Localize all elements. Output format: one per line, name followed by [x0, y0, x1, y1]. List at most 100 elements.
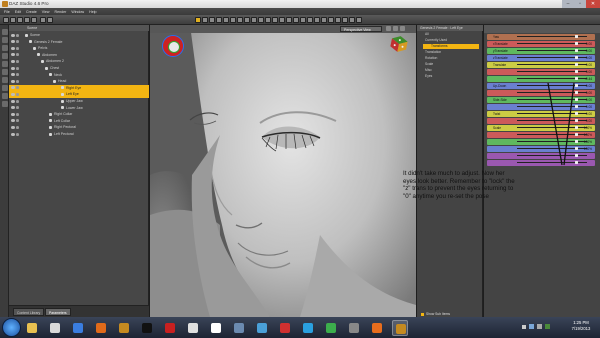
- menu-item-edit[interactable]: Edit: [15, 10, 21, 14]
- visibility-eye-icon[interactable]: [11, 92, 15, 96]
- selectable-icon[interactable]: [15, 86, 19, 90]
- menu-item-create[interactable]: Create: [26, 10, 37, 14]
- volume-icon[interactable]: [537, 324, 542, 329]
- visibility-eye-icon[interactable]: [11, 79, 15, 83]
- chrome-icon[interactable]: [323, 320, 339, 336]
- active-pose-icon[interactable]: [230, 16, 236, 23]
- morph-tool-icon[interactable]: [314, 16, 320, 23]
- menu-item-window[interactable]: Window: [71, 10, 84, 14]
- smart-content-tab-icon[interactable]: [1, 29, 8, 35]
- media-player-icon[interactable]: [70, 320, 86, 336]
- parameter-slider[interactable]: zTranslate 0.00: [487, 55, 595, 61]
- camera-tool-icon[interactable]: [293, 16, 299, 23]
- lights-tab-icon[interactable]: [1, 45, 8, 51]
- selectable-icon[interactable]: [15, 33, 19, 37]
- selectable-icon[interactable]: [15, 99, 19, 103]
- content-library-tab-icon[interactable]: [1, 37, 8, 43]
- 3d-viewport[interactable]: Perspective View: [150, 25, 416, 317]
- surface-selection-icon[interactable]: [244, 16, 250, 23]
- menu-item-file[interactable]: File: [4, 10, 10, 14]
- scene-node-scene[interactable]: Scene: [9, 32, 149, 38]
- calculator-icon[interactable]: [231, 320, 247, 336]
- redo-icon[interactable]: [31, 16, 37, 23]
- visibility-eye-icon[interactable]: [11, 46, 15, 50]
- content-library-bottom-tab[interactable]: Content Library: [13, 308, 45, 316]
- document-icon[interactable]: [277, 320, 293, 336]
- clock[interactable]: 1:25 PM 7/19/2013: [565, 320, 597, 332]
- chess-icon[interactable]: [139, 320, 155, 336]
- geometry-editor-icon[interactable]: [251, 16, 257, 23]
- viewport-menu-icon[interactable]: [400, 26, 405, 31]
- selectable-icon[interactable]: [15, 59, 19, 63]
- menu-item-view[interactable]: View: [42, 10, 50, 14]
- visibility-eye-icon[interactable]: [11, 86, 15, 90]
- menu-item-help[interactable]: Help: [89, 10, 96, 14]
- parameters-bottom-tab[interactable]: Parameters: [45, 308, 71, 316]
- render-icon[interactable]: [40, 16, 46, 23]
- selectable-icon[interactable]: [15, 73, 19, 77]
- layered-image-icon[interactable]: [321, 16, 327, 23]
- paint-icon[interactable]: [185, 320, 201, 336]
- scene-node-abdomen-2[interactable]: Abdomen 2: [9, 58, 149, 64]
- param-group-eyes[interactable]: Eyes: [425, 74, 432, 79]
- visibility-eye-icon[interactable]: [11, 59, 15, 63]
- slider-value[interactable]: 0.00: [586, 55, 592, 61]
- visibility-eye-icon[interactable]: [11, 40, 15, 44]
- daz-active-icon[interactable]: [392, 319, 408, 336]
- scene-node-chest[interactable]: Chest: [9, 65, 149, 71]
- skype-icon[interactable]: [300, 320, 316, 336]
- region-navigator-icon[interactable]: [265, 16, 271, 23]
- render-settings-icon[interactable]: [47, 16, 53, 23]
- scene-node-head[interactable]: Head: [9, 78, 149, 84]
- draw-style-icon[interactable]: [386, 26, 391, 31]
- visibility-eye-icon[interactable]: [11, 106, 15, 110]
- daz-studio-icon[interactable]: [116, 320, 132, 336]
- scene-tab[interactable]: Scene: [9, 25, 149, 31]
- environment-tab-icon[interactable]: [1, 93, 8, 99]
- param-group-transforms[interactable]: Transforms: [423, 44, 479, 49]
- scene-node-lower-jaw[interactable]: Lower Jaw: [9, 105, 149, 111]
- joint-editor-icon[interactable]: [237, 16, 243, 23]
- cameras-tab-icon[interactable]: [1, 53, 8, 59]
- selectable-icon[interactable]: [15, 112, 19, 116]
- game-icon[interactable]: [346, 320, 362, 336]
- scene-node-left-pectoral[interactable]: Left Pectoral: [9, 131, 149, 137]
- camera-select-dropdown[interactable]: Perspective View: [340, 26, 382, 32]
- gizmo-center-icon[interactable]: [168, 41, 180, 53]
- firefox-icon[interactable]: [93, 320, 109, 336]
- visibility-eye-icon[interactable]: [11, 125, 15, 129]
- selectable-icon[interactable]: [15, 79, 19, 83]
- pdf-icon[interactable]: [162, 320, 178, 336]
- explorer-icon[interactable]: [24, 320, 40, 336]
- hair-tool-icon[interactable]: [279, 16, 285, 23]
- scene-node-genesis-2-female[interactable]: Genesis 2 Female: [9, 39, 149, 45]
- visibility-eye-icon[interactable]: [11, 73, 15, 77]
- scene-node-right-pectoral[interactable]: Right Pectoral: [9, 124, 149, 130]
- scene-node-upper-jaw[interactable]: Upper Jaw: [9, 98, 149, 104]
- parameter-slider[interactable]: yTranslate 0.00: [487, 48, 595, 54]
- selectable-icon[interactable]: [15, 106, 19, 110]
- parameters-node-header[interactable]: Genesis 2 Female : Left Eye: [417, 25, 483, 31]
- close-button[interactable]: ✕: [586, 0, 600, 8]
- slider-value[interactable]: 0.00: [586, 62, 592, 68]
- aniblocks-icon[interactable]: [342, 16, 348, 23]
- timeline-icon[interactable]: [335, 16, 341, 23]
- lock-icon[interactable]: [575, 70, 578, 73]
- view-cube-icon[interactable]: [388, 33, 409, 54]
- puppeteer-icon[interactable]: [328, 16, 334, 23]
- selectable-icon[interactable]: [15, 92, 19, 96]
- slider-value[interactable]: 0.00: [586, 41, 592, 47]
- scale-tool-icon[interactable]: [223, 16, 229, 23]
- parameter-slider[interactable]: xTranslate 0.00: [487, 41, 595, 47]
- aniblocks-tab-icon[interactable]: [1, 101, 8, 107]
- spot-render-icon[interactable]: [258, 16, 264, 23]
- visibility-eye-icon[interactable]: [11, 119, 15, 123]
- param-group-scale[interactable]: Scale: [425, 62, 433, 67]
- lock-icon[interactable]: [575, 42, 578, 45]
- selectable-icon[interactable]: [15, 132, 19, 136]
- new-scene-icon[interactable]: [3, 16, 9, 23]
- param-group-rotation[interactable]: Rotation: [425, 56, 437, 61]
- scene-node-left-eye[interactable]: Left Eye: [9, 91, 149, 98]
- translate-tool-icon[interactable]: [216, 16, 222, 23]
- firefox2-icon[interactable]: [369, 320, 385, 336]
